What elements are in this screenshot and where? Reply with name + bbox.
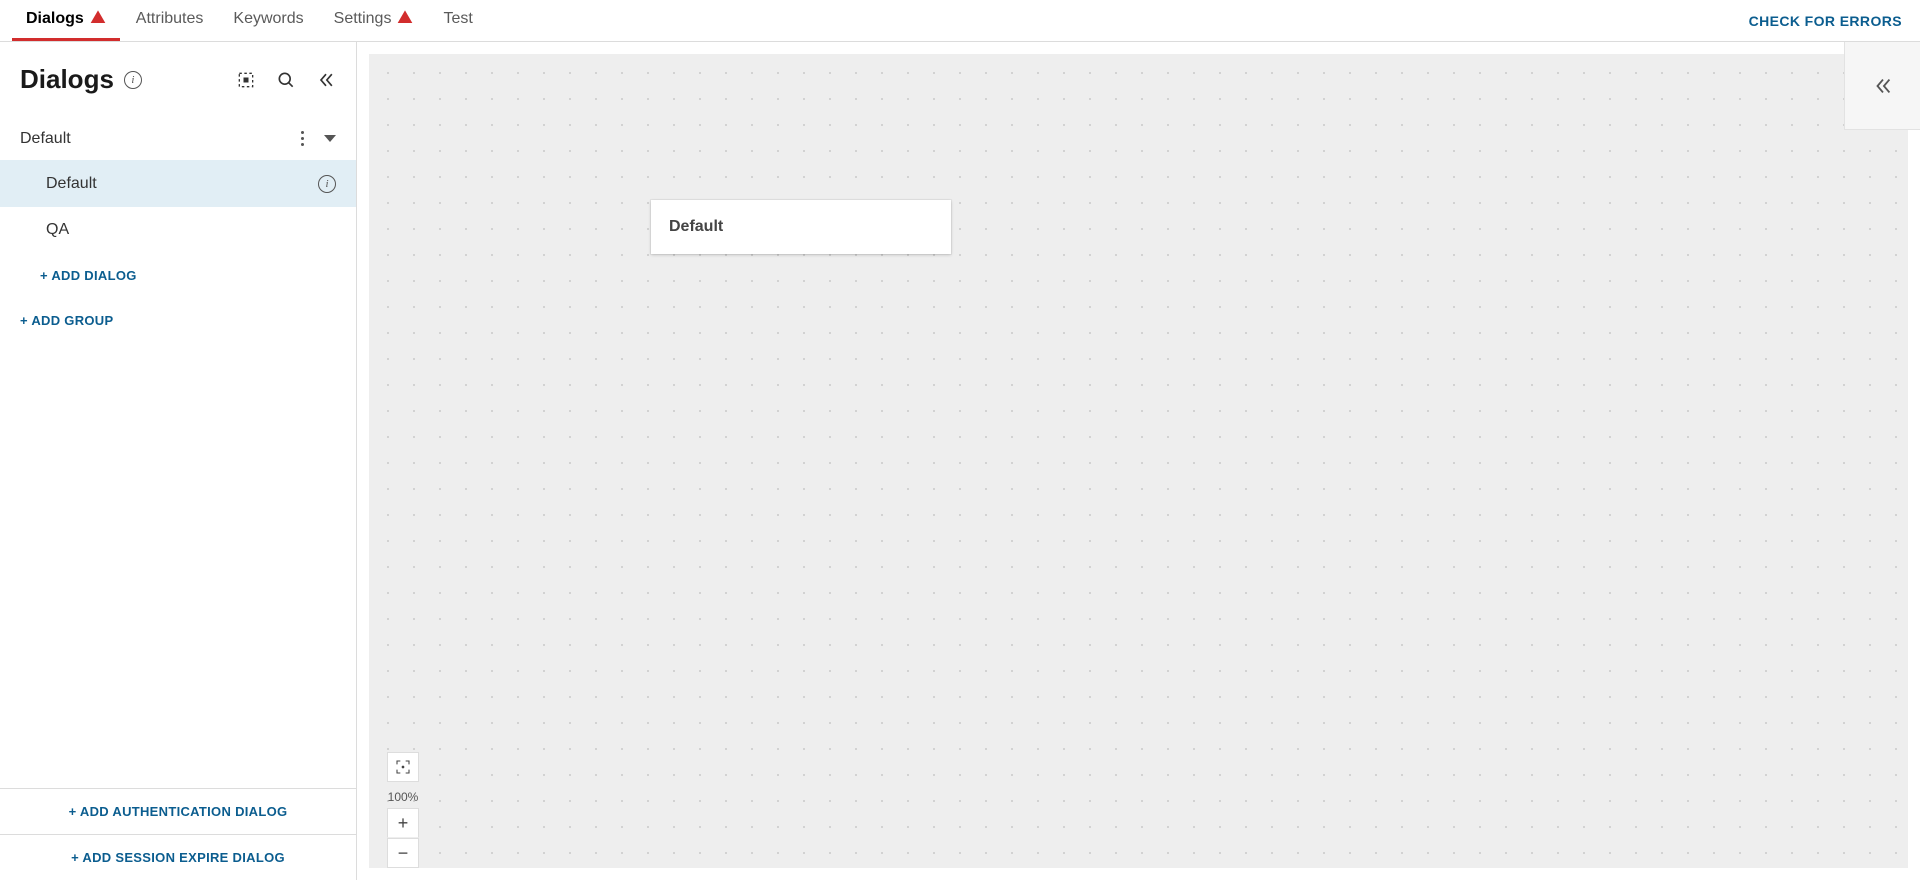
tab-label: Dialogs [26,10,84,28]
group-menu-button[interactable] [297,127,308,150]
tab-attributes[interactable]: Attributes [122,0,218,41]
select-all-icon[interactable] [236,70,256,90]
tab-label: Settings [334,10,392,28]
tab-label: Attributes [136,10,204,28]
zoom-level-label: 100% [388,790,419,804]
tab-label: Keywords [233,10,303,28]
add-group-button[interactable]: + ADD GROUP [20,313,113,328]
dialog-node-default[interactable]: Default [651,200,951,254]
zoom-controls: 100% + − [387,752,419,868]
expand-right-panel-button[interactable] [1844,42,1920,130]
dialog-node-title: Default [669,218,723,236]
dialog-item-label: QA [46,221,69,239]
info-icon[interactable]: i [124,71,142,89]
dialog-item-label: Default [46,175,97,193]
zoom-out-button[interactable]: − [387,838,419,868]
add-dialog-button[interactable]: + ADD DIALOG [40,268,137,283]
info-icon[interactable]: i [318,175,336,193]
page-title: Dialogs [20,64,114,95]
add-session-expire-dialog-button[interactable]: + ADD SESSION EXPIRE DIALOG [71,850,285,865]
dialog-canvas[interactable]: Default 100% + − [369,54,1908,868]
add-authentication-dialog-button[interactable]: + ADD AUTHENTICATION DIALOG [69,804,288,819]
tab-dialogs[interactable]: Dialogs [12,0,120,41]
sidebar: Dialogs i Default [0,42,357,880]
zoom-fit-button[interactable] [387,752,419,782]
tab-settings[interactable]: Settings [320,0,428,41]
warning-icon [397,9,413,30]
tab-keywords[interactable]: Keywords [219,0,317,41]
chevron-down-icon[interactable] [324,135,336,142]
check-for-errors-link[interactable]: CHECK FOR ERRORS [1749,0,1908,41]
warning-icon [90,9,106,30]
search-icon[interactable] [276,70,296,90]
check-for-errors-label: CHECK FOR ERRORS [1749,13,1902,29]
collapse-sidebar-icon[interactable] [316,70,336,90]
dialog-item-default[interactable]: Default i [0,160,356,207]
tab-label: Test [443,10,472,28]
dialog-item-qa[interactable]: QA [0,207,356,253]
zoom-in-button[interactable]: + [387,808,419,838]
dialog-group-name: Default [20,130,71,148]
dialog-group-row[interactable]: Default [0,117,356,160]
tab-test[interactable]: Test [429,0,486,41]
